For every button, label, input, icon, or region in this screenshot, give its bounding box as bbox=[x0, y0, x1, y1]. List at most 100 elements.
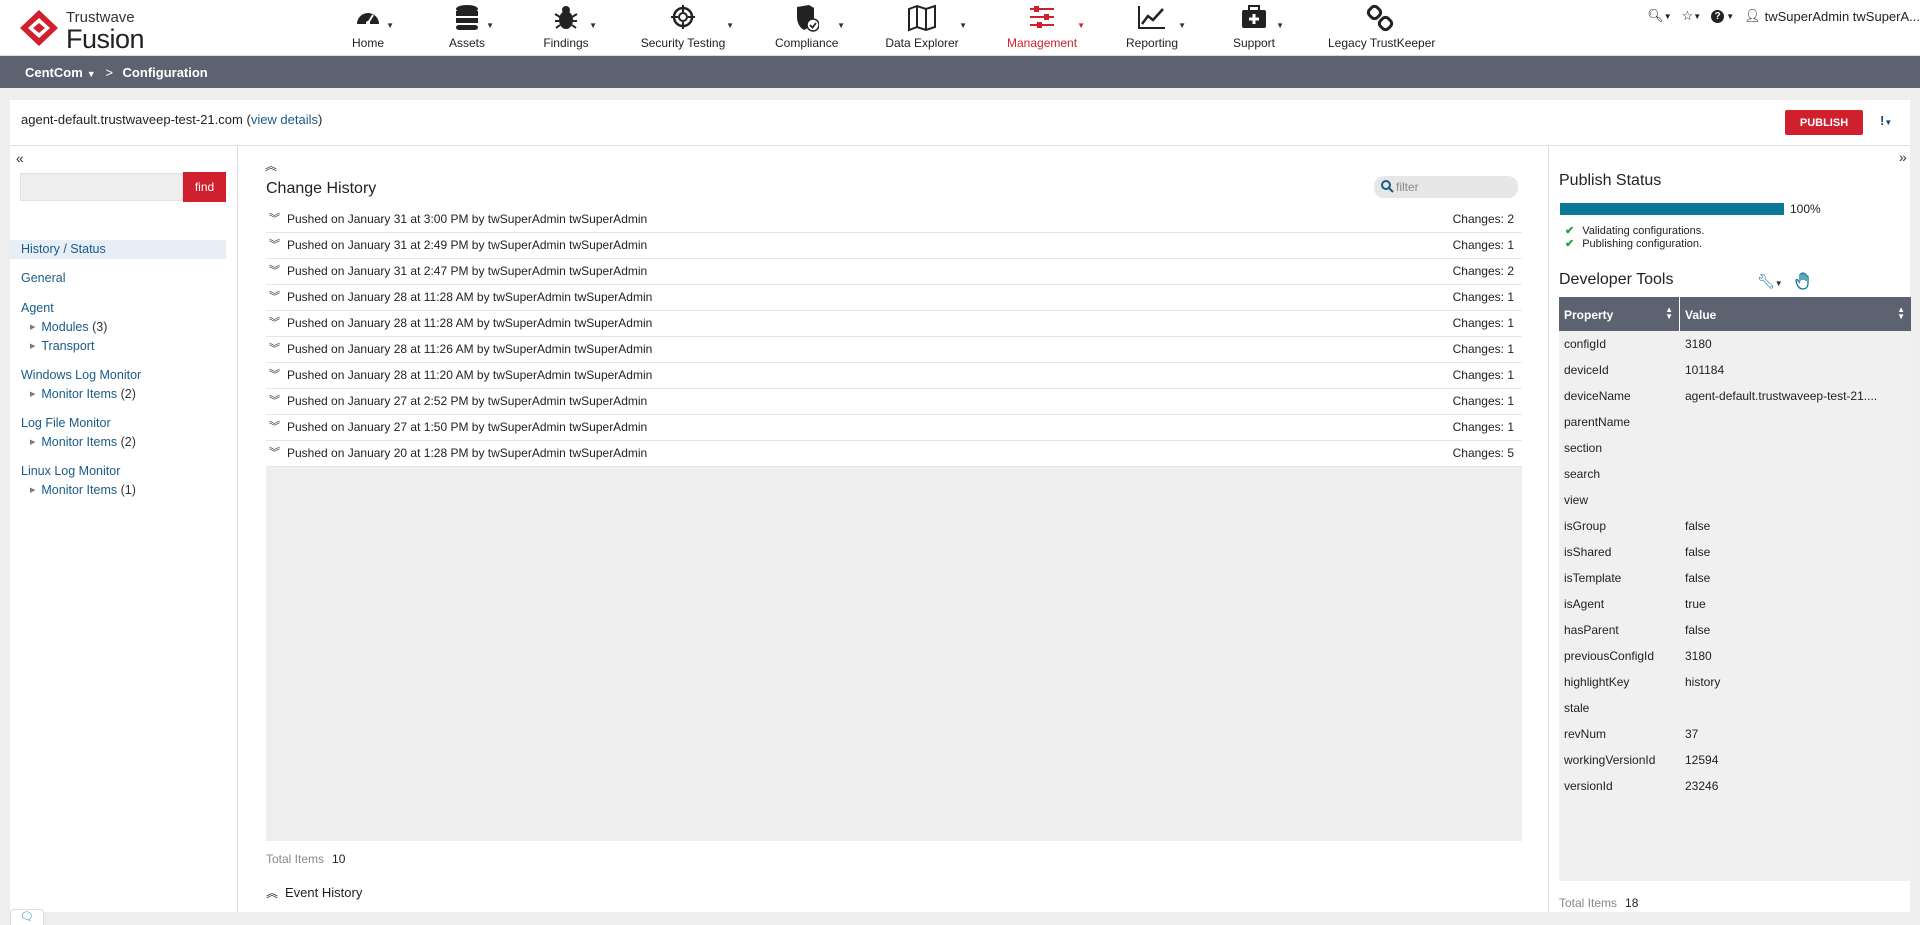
bug-icon: ▼ bbox=[543, 4, 597, 34]
first-aid-kit-icon: ▼ bbox=[1232, 4, 1284, 34]
shield-check-icon: ▼ bbox=[775, 4, 845, 34]
nav-compliance[interactable]: ▼ Compliance bbox=[775, 4, 845, 52]
history-row-changes: Changes: 2 bbox=[1452, 264, 1514, 278]
history-row[interactable]: ︾ Pushed on January 27 at 2:52 PM by twSu… bbox=[266, 389, 1522, 415]
total-value: 18 bbox=[1625, 896, 1639, 910]
chevron-down-icon[interactable]: ︾ bbox=[269, 259, 280, 284]
properties-table-body: configId 3180 deviceId 101184 deviceName agen… bbox=[1559, 331, 1911, 799]
wrench-menu[interactable]: 🔧︎▼ bbox=[1757, 273, 1783, 290]
tree-item-monitor-items[interactable]: ▶ Monitor Items (1) bbox=[10, 481, 226, 500]
tree-item-history-status[interactable]: History / Status bbox=[10, 240, 226, 259]
tree-item-transport[interactable]: ▶ Transport bbox=[10, 337, 226, 356]
nav-home[interactable]: ▼ Home bbox=[350, 4, 394, 52]
history-row-changes: Changes: 1 bbox=[1452, 316, 1514, 330]
chevron-down-icon[interactable]: ︾ bbox=[269, 337, 280, 362]
collapse-left-icon[interactable]: « bbox=[16, 150, 24, 166]
property-key: revNum bbox=[1564, 727, 1607, 741]
star-icon: ☆ bbox=[1681, 8, 1694, 23]
tree-item-monitor-items[interactable]: ▶ Monitor Items (2) bbox=[10, 433, 226, 452]
breadcrumb: CentCom ▼ > Configuration bbox=[0, 56, 1920, 88]
property-key: hasParent bbox=[1564, 623, 1619, 637]
publish-button[interactable]: PUBLISH bbox=[1785, 110, 1863, 135]
nav-data-explorer[interactable]: ▼ Data Explorer bbox=[885, 4, 967, 52]
publish-step: ✔ Publishing configuration. bbox=[1565, 237, 1702, 250]
nav-support-label: Support bbox=[1232, 36, 1276, 50]
history-row[interactable]: ︾ Pushed on January 20 at 1:28 PM by twSu… bbox=[266, 441, 1522, 467]
tree-item-linux-log-monitor[interactable]: Linux Log Monitor bbox=[10, 462, 226, 481]
history-row-text: Pushed on January 20 at 1:28 PM by twSup… bbox=[287, 446, 648, 460]
chevron-down-icon[interactable]: ︾ bbox=[269, 363, 280, 388]
paren-close: ) bbox=[318, 112, 323, 127]
chevron-down-icon[interactable]: ︾ bbox=[269, 415, 280, 440]
chevron-down-icon[interactable]: ︾ bbox=[269, 285, 280, 310]
chat-bubble-icon[interactable]: 🗨︎ bbox=[10, 909, 44, 925]
history-row[interactable]: ︾ Pushed on January 31 at 3:00 PM by twSu… bbox=[266, 207, 1522, 233]
history-row[interactable]: ︾ Pushed on January 27 at 1:50 PM by twSu… bbox=[266, 415, 1522, 441]
property-value: false bbox=[1685, 623, 1711, 637]
history-row[interactable]: ︾ Pushed on January 31 at 2:47 PM by twSu… bbox=[266, 259, 1522, 285]
column-header-value[interactable]: Value ▲ ▼ bbox=[1680, 297, 1911, 331]
history-row[interactable]: ︾ Pushed on January 31 at 2:49 PM by twSu… bbox=[266, 233, 1522, 259]
property-row: isAgent true bbox=[1559, 591, 1911, 617]
alerts-menu-button[interactable]: !▼ bbox=[1880, 113, 1892, 128]
top-navigation-bar: Trustwave Fusion ▼ Home ▼ Assets ▼ Findi… bbox=[0, 0, 1920, 56]
history-row[interactable]: ︾ Pushed on January 28 at 11:26 AM by twS… bbox=[266, 337, 1522, 363]
property-value bbox=[1680, 695, 1911, 721]
nav-findings[interactable]: ▼ Findings bbox=[543, 4, 597, 52]
tree-item-general[interactable]: General bbox=[10, 269, 226, 288]
chevron-down-icon[interactable]: ︾ bbox=[269, 441, 280, 466]
tree-search-input[interactable] bbox=[20, 173, 183, 201]
wrench-icon: 🔧︎ bbox=[1757, 273, 1775, 289]
nav-legacy-trustkeeper[interactable]: Legacy TrustKeeper bbox=[1328, 4, 1435, 52]
help-menu[interactable]: ? ▼ bbox=[1711, 9, 1734, 23]
line-chart-icon: ▼ bbox=[1126, 4, 1186, 34]
nav-security-testing[interactable]: ▼ Security Testing bbox=[640, 4, 734, 52]
tree-item-windows-log-monitor[interactable]: Windows Log Monitor bbox=[10, 366, 226, 385]
column-header-label: Property bbox=[1564, 308, 1614, 322]
hand-pointer-icon[interactable] bbox=[1795, 272, 1811, 293]
help-icon: ? bbox=[1711, 9, 1725, 23]
tree-item-log-file-monitor[interactable]: Log File Monitor bbox=[10, 414, 226, 433]
chevron-down-icon[interactable]: ︾ bbox=[269, 389, 280, 414]
nav-security-testing-label: Security Testing bbox=[640, 36, 726, 50]
property-row: isTemplate false bbox=[1559, 565, 1911, 591]
view-details-link[interactable]: view details bbox=[251, 112, 318, 127]
property-row: workingVersionId 12594 bbox=[1559, 747, 1911, 773]
history-row[interactable]: ︾ Pushed on January 28 at 11:20 AM by twS… bbox=[266, 363, 1522, 389]
history-row-text: Pushed on January 27 at 1:50 PM by twSup… bbox=[287, 420, 648, 434]
event-history-toggle[interactable]: ︽ Event History bbox=[266, 884, 362, 901]
nav-management[interactable]: ▼ Management bbox=[1007, 4, 1085, 52]
nav-support[interactable]: ▼ Support bbox=[1232, 4, 1284, 52]
property-row: stale bbox=[1559, 695, 1911, 721]
user-toolbar: 🔍︎ ▼ ☆ ▼ ? ▼ 👤︎ twSuperAdmin twSuperA... bbox=[1647, 6, 1920, 26]
chevron-down-icon[interactable]: ︾ bbox=[269, 311, 280, 336]
breadcrumb-root[interactable]: CentCom ▼ bbox=[25, 65, 96, 80]
property-row: hasParent false bbox=[1559, 617, 1911, 643]
chevron-down-icon[interactable]: ︾ bbox=[269, 233, 280, 258]
history-row[interactable]: ︾ Pushed on January 28 at 11:28 AM by twS… bbox=[266, 285, 1522, 311]
search-menu[interactable]: 🔍︎ ▼ bbox=[1647, 8, 1671, 24]
history-row[interactable]: ︾ Pushed on January 28 at 11:28 AM by twS… bbox=[266, 311, 1522, 337]
find-button[interactable]: find bbox=[183, 172, 226, 202]
collapse-up-icon[interactable]: ︽ bbox=[265, 157, 277, 174]
change-history-total: Total Items 10 bbox=[266, 852, 345, 866]
history-filter-input[interactable]: filter bbox=[1374, 176, 1518, 198]
favorites-menu[interactable]: ☆ ▼ bbox=[1682, 8, 1702, 24]
publish-step-label: Validating configurations. bbox=[1582, 225, 1705, 237]
property-value: agent-default.trustwaveep-test-21.... bbox=[1685, 389, 1878, 403]
chevron-down-icon[interactable]: ︾ bbox=[269, 207, 280, 232]
chain-link-icon bbox=[1328, 4, 1432, 34]
nav-reporting[interactable]: ▼ Reporting bbox=[1126, 4, 1186, 52]
nav-assets[interactable]: ▼ Assets bbox=[448, 4, 494, 52]
column-header-property[interactable]: Property ▲ ▼ bbox=[1559, 297, 1680, 331]
product-name: Fusion bbox=[66, 24, 145, 54]
tree-item-modules[interactable]: ▶ Modules (3) bbox=[10, 318, 226, 337]
property-value: 37 bbox=[1685, 727, 1699, 741]
tree-item-monitor-items[interactable]: ▶ Monitor Items (2) bbox=[10, 385, 226, 404]
property-value bbox=[1680, 487, 1911, 513]
trustwave-fusion-logo[interactable]: Trustwave Fusion bbox=[18, 6, 158, 54]
collapse-right-icon[interactable]: » bbox=[1899, 149, 1907, 165]
user-menu[interactable]: 👤︎ twSuperAdmin twSuperA... bbox=[1744, 8, 1920, 24]
tree-item-agent[interactable]: Agent bbox=[10, 299, 226, 318]
column-header-label: Value bbox=[1685, 308, 1717, 322]
